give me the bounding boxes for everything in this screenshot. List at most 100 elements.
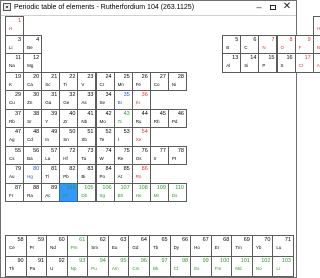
element-cell-ra[interactable]: 88 Ra bbox=[23, 182, 43, 202]
element-cell-hs[interactable]: 108 Hs bbox=[131, 182, 151, 202]
element-cell-po[interactable]: 84 Po bbox=[95, 164, 115, 184]
element-cell-tl[interactable]: 81 Tl bbox=[41, 164, 61, 184]
element-cell-cs[interactable]: 55 Cs bbox=[5, 145, 25, 165]
element-cell-sg[interactable]: 106 Sg bbox=[95, 182, 115, 202]
element-cell-re[interactable]: 75 Re bbox=[113, 145, 133, 165]
fblock-cell-er[interactable]: 68 Er bbox=[210, 235, 233, 257]
element-cell-rb[interactable]: 37 Rb bbox=[5, 108, 25, 128]
fblock-cell-pa[interactable]: 91 Pa bbox=[25, 255, 48, 277]
fblock-cell-th[interactable]: 90 Th bbox=[5, 255, 27, 277]
fblock-cell-ho[interactable]: 67 Ho bbox=[190, 235, 212, 257]
element-cell-db[interactable]: 105 Db bbox=[77, 182, 97, 202]
element-cell-mt[interactable]: 109 Mt bbox=[149, 182, 169, 202]
element-cell-rh[interactable]: 45 Rh bbox=[149, 108, 169, 128]
fblock-cell-np[interactable]: 93 Np bbox=[66, 255, 89, 277]
element-cell-o[interactable]: 8O bbox=[276, 34, 296, 54]
element-cell-i[interactable]: 53 I bbox=[113, 127, 133, 147]
element-cell-cd[interactable]: 48 Cd bbox=[23, 127, 43, 147]
element-cell-fr[interactable]: 87 Fr bbox=[5, 182, 25, 202]
fblock-cell-fm[interactable]: 100 Fm bbox=[210, 255, 233, 277]
element-cell-ds[interactable]: 110 Ds bbox=[167, 182, 187, 202]
minimize-button[interactable]: – bbox=[253, 1, 265, 14]
title-bar[interactable]: Periodic table of elements - Rutherfordi… bbox=[1, 1, 296, 16]
fblock-cell-eu[interactable]: 63 Eu bbox=[107, 235, 130, 257]
app-icon[interactable] bbox=[3, 3, 11, 11]
fblock-cell-lu[interactable]: 71 Lu bbox=[272, 235, 294, 257]
element-cell-sc[interactable]: 21 Sc bbox=[41, 71, 61, 91]
element-cell-sr[interactable]: 38 Sr bbox=[23, 108, 43, 128]
fblock-cell-nd[interactable]: 60 Nd bbox=[46, 235, 68, 257]
fblock-cell-pu[interactable]: 94 Pu bbox=[87, 255, 109, 277]
element-cell-be[interactable]: 4 Be bbox=[23, 34, 43, 54]
fblock-cell-dy[interactable]: 66 Dy bbox=[169, 235, 192, 257]
element-cell-ga[interactable]: 31 Ga bbox=[41, 90, 61, 110]
fblock-cell-cf[interactable]: 98 Cf bbox=[169, 255, 192, 277]
element-cell-y[interactable]: 39 Y bbox=[41, 108, 61, 128]
fblock-cell-sm[interactable]: 62 Sm bbox=[87, 235, 109, 257]
element-cell-na[interactable]: 11 Na bbox=[5, 53, 25, 73]
element-cell-in[interactable]: 49 In bbox=[41, 127, 61, 147]
fblock-cell-md[interactable]: 101 Md bbox=[231, 255, 253, 277]
element-cell-ac[interactable]: 89 Ac bbox=[41, 182, 61, 202]
element-cell-rf[interactable]: 104 Rf bbox=[59, 182, 79, 202]
element-cell-al[interactable]: 13 Al bbox=[222, 53, 242, 73]
element-cell-ru[interactable]: 44 Ru bbox=[131, 108, 151, 128]
element-cell-w[interactable]: 74 W bbox=[95, 145, 115, 165]
fblock-cell-am[interactable]: 95 Am bbox=[107, 255, 130, 277]
fblock-cell-lr[interactable]: 103 Lr bbox=[272, 255, 294, 277]
element-cell-as[interactable]: 33 As bbox=[77, 90, 97, 110]
element-cell-pb[interactable]: 82 Pb bbox=[59, 164, 79, 184]
element-cell-ir[interactable]: 77 Ir bbox=[149, 145, 169, 165]
element-cell-n[interactable]: 7N bbox=[258, 34, 278, 54]
element-cell-pd[interactable]: 46 Pd bbox=[167, 108, 187, 128]
element-cell-sb[interactable]: 51 Sb bbox=[77, 127, 97, 147]
fblock-cell-cm[interactable]: 96 Cm bbox=[128, 255, 150, 277]
element-cell-hg[interactable]: 80 Hg bbox=[23, 164, 43, 184]
maximize-button[interactable] bbox=[267, 1, 279, 14]
element-cell-mn[interactable]: 25 Mn bbox=[113, 71, 133, 91]
fblock-cell-no[interactable]: 102 No bbox=[251, 255, 274, 277]
element-cell-se[interactable]: 34 Se bbox=[95, 90, 115, 110]
element-cell-ca[interactable]: 20 Ca bbox=[23, 71, 43, 91]
element-cell-te[interactable]: 52 Te bbox=[95, 127, 115, 147]
element-cell-si[interactable]: 14 Si bbox=[240, 53, 260, 73]
element-cell-ta[interactable]: 73 Ta bbox=[77, 145, 97, 165]
element-cell-h[interactable]: 1H bbox=[5, 16, 25, 36]
element-cell-hf[interactable]: 72 Hf bbox=[59, 145, 79, 165]
element-cell-mg[interactable]: 12 Mg bbox=[23, 53, 43, 73]
element-cell-ge[interactable]: 32 Ge bbox=[59, 90, 79, 110]
element-cell-he[interactable]: 2He bbox=[312, 16, 320, 36]
element-cell-p[interactable]: 15 P bbox=[258, 53, 278, 73]
element-cell-au[interactable]: 79 Au bbox=[5, 164, 25, 184]
element-cell-nb[interactable]: 41 Nb bbox=[77, 108, 97, 128]
element-cell-br[interactable]: 35 Br bbox=[113, 90, 133, 110]
close-button[interactable]: ✕ bbox=[281, 1, 293, 14]
element-cell-sn[interactable]: 50 Sn bbox=[59, 127, 79, 147]
element-cell-k[interactable]: 19 K bbox=[5, 71, 25, 91]
fblock-cell-pm[interactable]: 61 Pm bbox=[66, 235, 89, 257]
fblock-cell-tb[interactable]: 65 Tb bbox=[149, 235, 171, 257]
fblock-cell-yb[interactable]: 70 Yb bbox=[251, 235, 274, 257]
fblock-cell-u[interactable]: 92 U bbox=[46, 255, 68, 277]
element-cell-cu[interactable]: 29 Cu bbox=[5, 90, 25, 110]
fblock-cell-gd[interactable]: 64 Gd bbox=[128, 235, 150, 257]
element-cell-xe[interactable]: 54 Xe bbox=[131, 127, 151, 147]
element-cell-mo[interactable]: 42 Mo bbox=[95, 108, 115, 128]
element-cell-ne[interactable]: 10Ne bbox=[312, 34, 320, 54]
element-cell-tc[interactable]: 43 Tc bbox=[113, 108, 133, 128]
fblock-cell-pr[interactable]: 59 Pr bbox=[25, 235, 48, 257]
element-cell-s[interactable]: 16 S bbox=[276, 53, 296, 73]
element-cell-bh[interactable]: 107 Bh bbox=[113, 182, 133, 202]
element-cell-ba[interactable]: 56 Ba bbox=[23, 145, 43, 165]
element-cell-pt[interactable]: 78 Pt bbox=[167, 145, 187, 165]
element-cell-b[interactable]: 5B bbox=[222, 34, 242, 54]
element-cell-c[interactable]: 6C bbox=[240, 34, 260, 54]
element-cell-co[interactable]: 27 Co bbox=[149, 71, 169, 91]
fblock-cell-tm[interactable]: 69 Tm bbox=[231, 235, 253, 257]
element-cell-os[interactable]: 76 Os bbox=[131, 145, 151, 165]
element-cell-ni[interactable]: 28 Ni bbox=[167, 71, 187, 91]
element-cell-ag[interactable]: 47 Ag bbox=[5, 127, 25, 147]
fblock-cell-ce[interactable]: 58 Ce bbox=[5, 235, 27, 257]
element-cell-la[interactable]: 57 La bbox=[41, 145, 61, 165]
element-cell-li[interactable]: 3 Li bbox=[5, 34, 25, 54]
